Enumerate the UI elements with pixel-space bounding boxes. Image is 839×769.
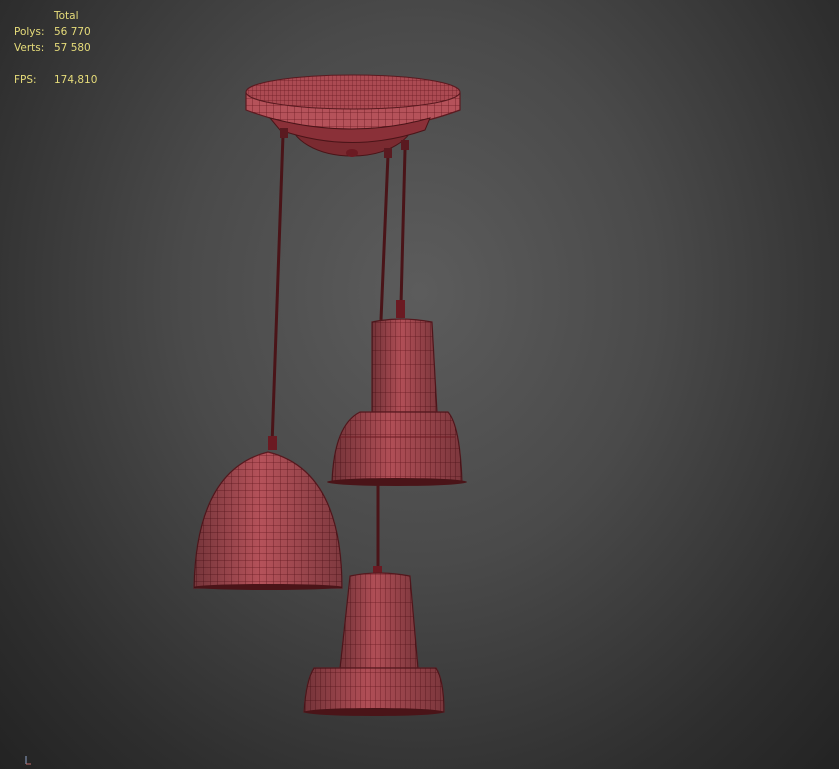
pendant-dome-lamp[interactable] (193, 436, 343, 590)
wireframe-scene[interactable] (0, 0, 839, 769)
perspective-viewport[interactable]: Total Polys: 56 770 Verts: 57 580 FPS: 1… (0, 0, 839, 769)
axis-gizmo-icon (25, 756, 31, 765)
ceiling-canopy[interactable] (245, 74, 461, 158)
pendant-flared-lamp-upper[interactable] (327, 300, 467, 486)
